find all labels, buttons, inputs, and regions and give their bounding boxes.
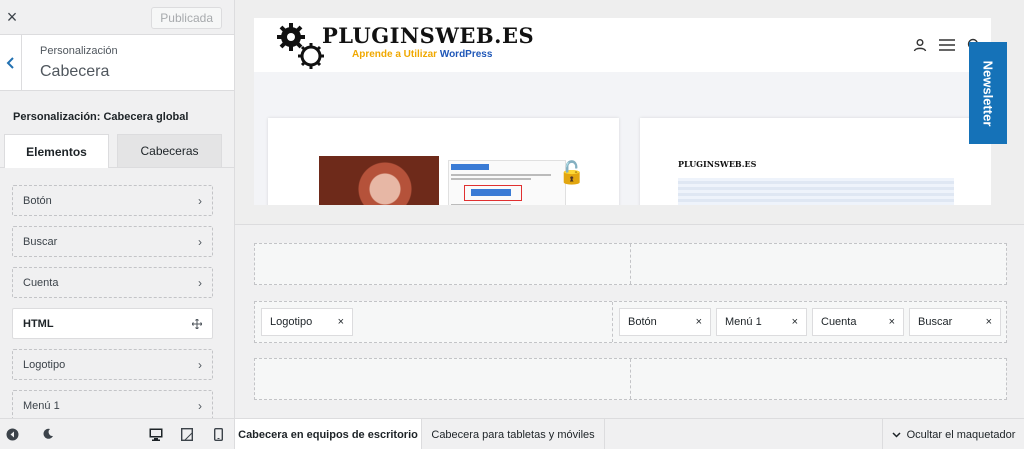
post-screenshot-code (678, 178, 954, 205)
post-card[interactable]: PLUGINSWEB.ES (640, 118, 991, 205)
logo-tagline-brand: WordPress (439, 49, 493, 60)
customizer-app: × Publicada Personalización Cabecera Per… (0, 0, 1024, 449)
close-icon[interactable]: × (338, 316, 344, 328)
chevron-right-icon: › (198, 398, 202, 413)
footer-controls (0, 419, 235, 449)
tab-desktop-header[interactable]: Cabecera en equipos de escritorio (235, 419, 422, 449)
builder-row-main[interactable]: Logotipo × Botón × Menú 1 × Cuenta × Bus… (254, 301, 1007, 343)
chip-label: Menú 1 (725, 316, 762, 328)
lock-icon: 🔓 (558, 160, 586, 185)
element-item-label: Botón (23, 194, 52, 207)
chevron-down-icon (892, 431, 901, 438)
header-builder: Logotipo × Botón × Menú 1 × Cuenta × Bus… (235, 224, 1024, 418)
site-logo[interactable]: PLUGINSWEB.ES Aprende a Utilizar WordPre… (270, 21, 538, 72)
hide-builder-button[interactable]: Ocultar el maquetador (882, 419, 1024, 449)
published-button[interactable]: Publicada (151, 7, 222, 29)
element-item-label: HTML (23, 317, 54, 330)
back-button[interactable] (0, 35, 22, 91)
preview-tablet-button[interactable] (180, 427, 194, 441)
builder-row-top[interactable] (254, 243, 1007, 285)
collapse-icon (6, 428, 18, 440)
sidebar-tabs: Elementos Cabeceras (0, 134, 234, 168)
chip-label: Logotipo (270, 316, 313, 328)
builder-chip-cuenta[interactable]: Cuenta × (812, 308, 904, 336)
collapse-sidebar-button[interactable] (5, 427, 19, 441)
close-icon[interactable]: × (986, 316, 992, 328)
builder-row-bottom[interactable] (254, 358, 1007, 400)
panel-title: Cabecera (40, 63, 110, 80)
chip-label: Buscar (918, 316, 953, 328)
builder-chip-boton[interactable]: Botón × (619, 308, 711, 336)
element-item-buscar[interactable]: Buscar › (12, 226, 213, 257)
close-icon[interactable]: × (792, 316, 798, 328)
builder-chip-buscar[interactable]: Buscar × (909, 308, 1001, 336)
chevron-right-icon: › (198, 275, 202, 290)
user-icon[interactable] (913, 38, 927, 52)
chevron-right-icon: › (198, 234, 202, 249)
customizer-sidebar: × Publicada Personalización Cabecera Per… (0, 0, 235, 418)
tablet-icon (181, 427, 193, 441)
tab-mobile-header[interactable]: Cabecera para tabletas y móviles (422, 419, 605, 449)
logo-title: PLUGINSWEB.ES (322, 23, 535, 48)
site-preview: PLUGINSWEB.ES Aprende a Utilizar WordPre… (235, 0, 1024, 224)
close-icon[interactable]: × (0, 0, 24, 35)
post-screenshot (448, 160, 566, 205)
element-item-label: Menú 1 (23, 399, 60, 412)
element-item-boton[interactable]: Botón › (12, 185, 213, 216)
mini-logo: PLUGINSWEB.ES (678, 159, 757, 169)
element-item-menu-1[interactable]: Menú 1 › (12, 390, 213, 418)
post-screenshot-header: PLUGINSWEB.ES (678, 154, 954, 169)
sidebar-panel-header: Personalización Cabecera (0, 35, 234, 91)
element-item-label: Buscar (23, 235, 58, 248)
element-item-label: Logotipo (23, 358, 66, 371)
element-item-html[interactable]: HTML (12, 308, 213, 339)
logo-tagline: Aprende a Utilizar WordPress (352, 49, 492, 60)
hide-builder-label: Ocultar el maquetador (906, 428, 1016, 441)
site-header: PLUGINSWEB.ES Aprende a Utilizar WordPre… (254, 18, 991, 72)
hamburger-menu-icon[interactable] (939, 39, 955, 51)
chip-label: Botón (628, 316, 657, 328)
element-item-label: Cuenta (23, 276, 59, 289)
moon-icon (43, 428, 53, 439)
chevron-left-icon (6, 57, 14, 69)
customizer-footer: Cabecera en equipos de escritorio Cabece… (0, 418, 1024, 449)
logo-tagline-part: Aprende a Utilizar (352, 49, 440, 60)
builder-chip-menu-1[interactable]: Menú 1 × (716, 308, 807, 336)
chevron-right-icon: › (198, 193, 202, 208)
mobile-icon (213, 427, 223, 441)
element-item-cuenta[interactable]: Cuenta › (12, 267, 213, 298)
tab-elementos[interactable]: Elementos (4, 134, 109, 168)
move-icon[interactable] (192, 318, 202, 329)
tab-cabeceras[interactable]: Cabeceras (117, 134, 222, 167)
sidebar-topbar: × Publicada (0, 0, 234, 35)
newsletter-label: Newsletter (980, 60, 996, 126)
dark-mode-button[interactable] (41, 427, 55, 441)
builder-chip-logotipo[interactable]: Logotipo × (261, 308, 353, 336)
preview-frame[interactable]: PLUGINSWEB.ES Aprende a Utilizar WordPre… (254, 18, 991, 205)
desktop-icon (149, 428, 163, 441)
breadcrumb: Personalización (40, 45, 118, 57)
post-thumbnail (319, 156, 439, 205)
preview-desktop-button[interactable] (149, 427, 163, 441)
section-title: Personalización: Cabecera global (13, 111, 189, 123)
element-list: Botón › Buscar › Cuenta › HTML Logotipo … (0, 168, 234, 418)
chip-label: Cuenta (821, 316, 857, 328)
newsletter-tab[interactable]: Newsletter (969, 42, 1007, 144)
element-item-logotipo[interactable]: Logotipo › (12, 349, 213, 380)
post-card[interactable]: 🔓 (268, 118, 619, 205)
preview-mobile-button[interactable] (211, 427, 225, 441)
chevron-right-icon: › (198, 357, 202, 372)
close-icon[interactable]: × (889, 316, 895, 328)
close-icon[interactable]: × (696, 316, 702, 328)
